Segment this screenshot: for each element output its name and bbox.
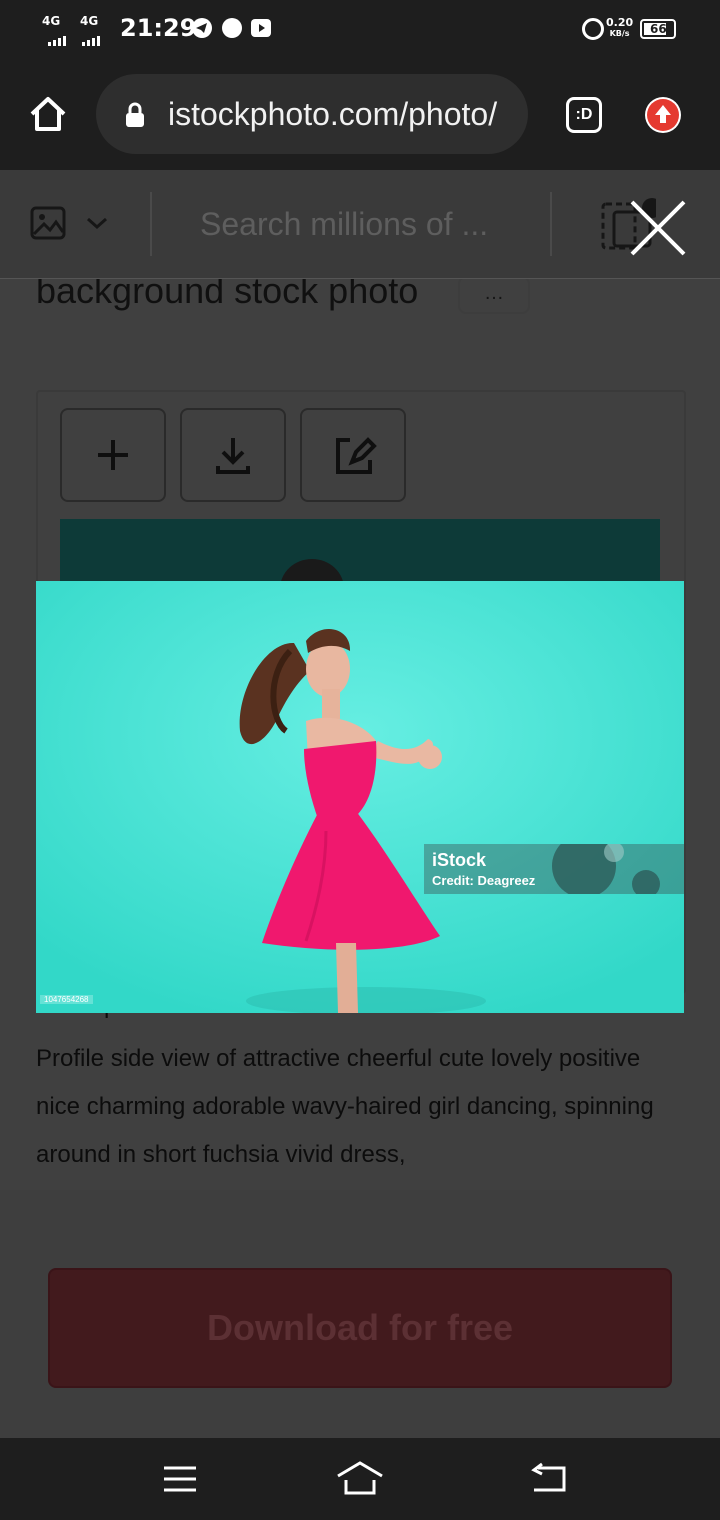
alarm-icon — [582, 18, 604, 40]
edit-button[interactable] — [300, 408, 406, 502]
signal-icon — [82, 28, 102, 46]
divider — [150, 192, 152, 256]
reader-mode-button[interactable]: :D — [566, 97, 602, 133]
download-free-button[interactable]: Download for free — [48, 1268, 672, 1388]
telegram-icon — [192, 18, 212, 38]
search-input[interactable]: Search millions of ... — [200, 206, 488, 243]
system-nav-bar — [0, 1438, 720, 1520]
battery-icon: 66 — [640, 19, 676, 39]
download-button[interactable] — [180, 408, 286, 502]
lock-icon — [124, 102, 146, 128]
chevron-down-icon[interactable] — [86, 216, 108, 230]
istock-watermark: iStock Credit: Deagreez — [424, 844, 684, 894]
home-icon[interactable] — [28, 94, 68, 134]
image-id: 1047654268 — [40, 995, 93, 1004]
more-button[interactable]: … — [458, 276, 530, 314]
youtube-icon — [251, 19, 271, 37]
search-bar: Search millions of ... — [0, 170, 720, 279]
stock-photo[interactable] — [36, 581, 684, 1013]
url-text: istockphoto.com/photo/ — [168, 96, 498, 132]
address-bar[interactable]: istockphoto.com/photo/ — [96, 74, 528, 154]
update-icon[interactable] — [645, 97, 681, 133]
close-icon[interactable] — [626, 196, 690, 260]
network-type-1: 4G — [42, 14, 61, 28]
add-to-board-button[interactable] — [60, 408, 166, 502]
divider — [550, 192, 552, 256]
status-bar: 4G 4G 21:29 0.20 KB/s 66 — [0, 0, 720, 56]
image-search-icon[interactable] — [30, 206, 66, 240]
home-nav-icon[interactable] — [336, 1460, 384, 1496]
network-type-2: 4G — [80, 14, 99, 28]
menu-icon[interactable] — [162, 1464, 198, 1494]
photo-credit: Credit: Deagreez — [432, 873, 536, 888]
back-icon[interactable] — [528, 1462, 568, 1496]
signal-icon — [48, 28, 68, 46]
net-speed-value: 0.20 — [606, 16, 634, 29]
clock: 21:29 — [120, 14, 197, 42]
battery-level: 66 — [650, 22, 667, 36]
net-speed-unit: KB/s — [609, 29, 630, 38]
chat-icon — [222, 18, 242, 38]
description-text: Profile side view of attractive cheerful… — [36, 1045, 654, 1168]
istock-logo: iStock — [432, 850, 487, 870]
